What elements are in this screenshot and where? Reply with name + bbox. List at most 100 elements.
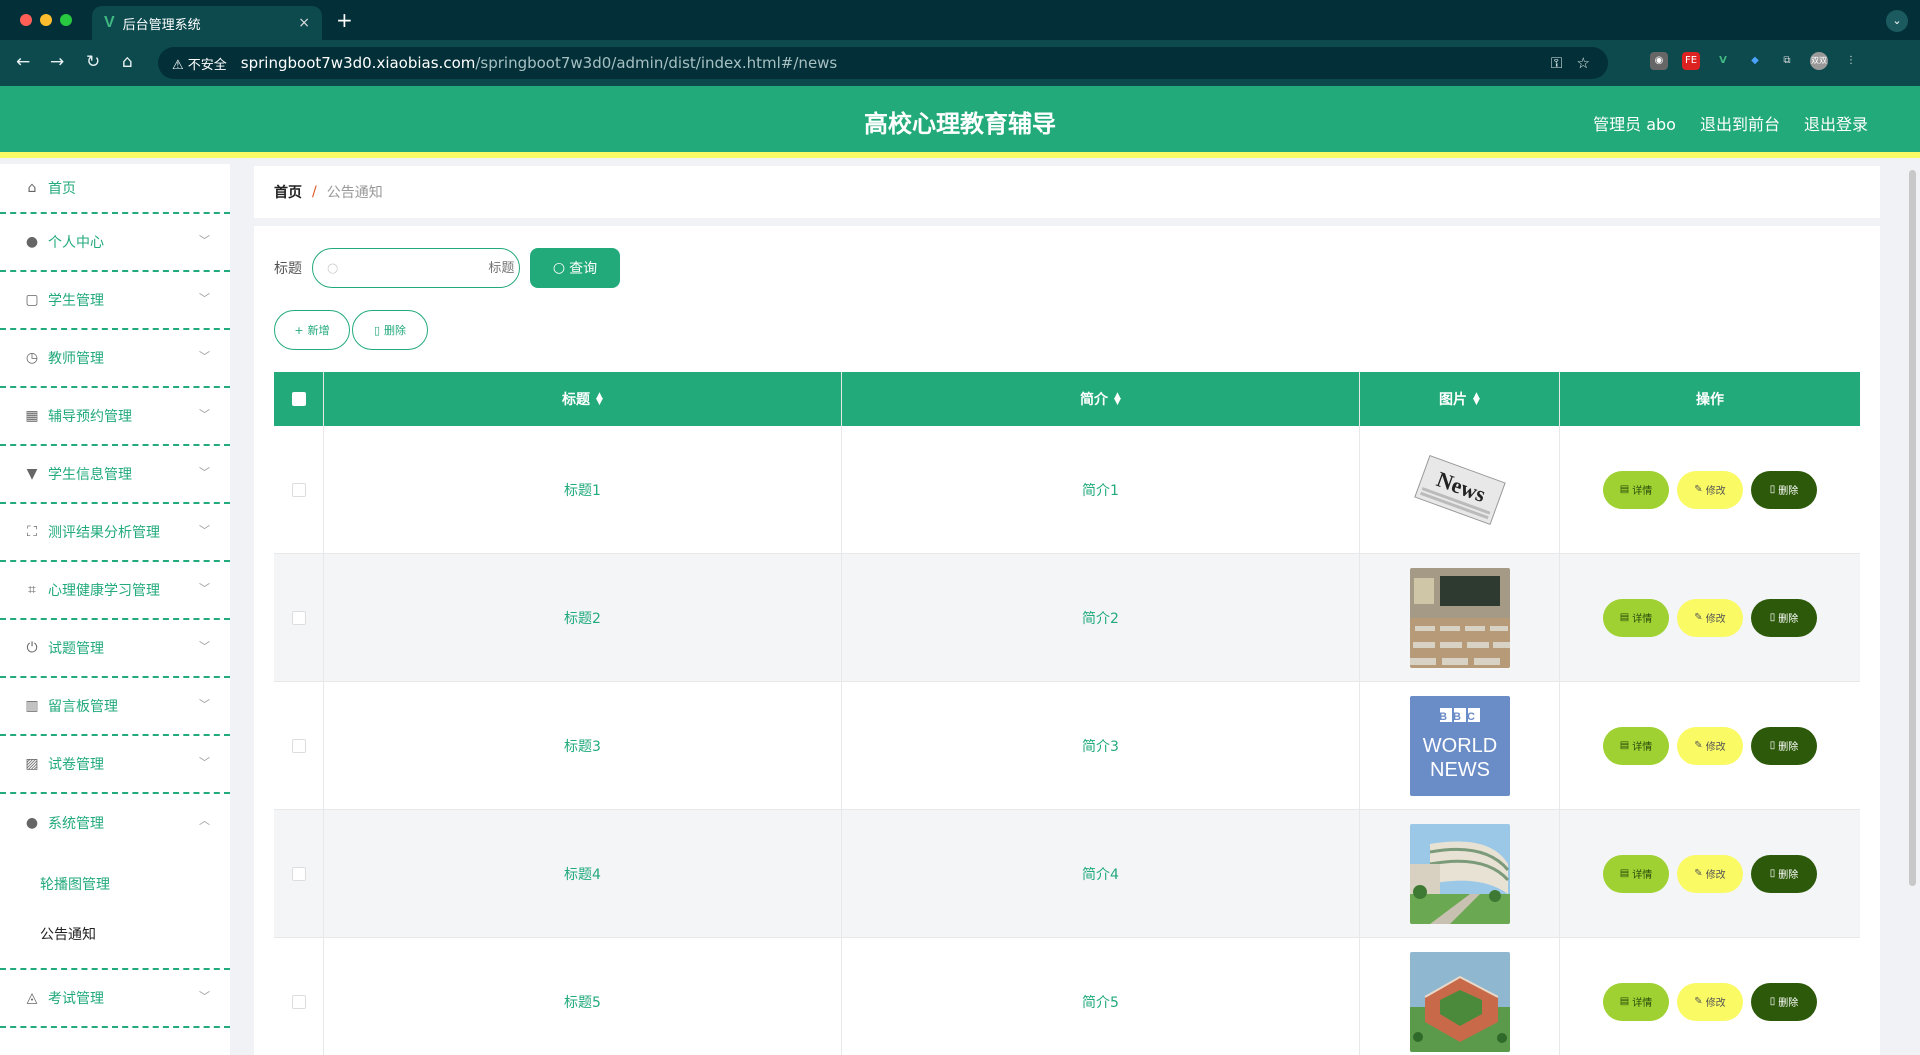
edit-button[interactable]: ✎ 修改 <box>1677 854 1743 893</box>
delete-label: 删除 <box>1778 742 1799 753</box>
detail-button[interactable]: ▤ 详情 <box>1603 470 1669 509</box>
row-image-cell <box>1360 554 1560 681</box>
detail-button[interactable]: ▤ 详情 <box>1603 598 1669 637</box>
sidebar-item-label: 个人中心 <box>48 235 104 251</box>
breadcrumb-current: 公告通知 <box>326 185 383 201</box>
sidebar-item-questions[interactable]: ⏻ 试题管理 ﹀ <box>0 620 230 678</box>
delete-button[interactable]: ▯ 删除 <box>1751 470 1817 509</box>
sidebar-item-appointments[interactable]: ▦ 辅导预约管理 ﹀ <box>0 388 230 446</box>
edit-button[interactable]: ✎ 修改 <box>1677 982 1743 1021</box>
pencil-icon: ✎ <box>1694 996 1703 1007</box>
row-title: 标题2 <box>324 554 842 681</box>
classroom-image[interactable] <box>1409 567 1510 668</box>
row-checkbox[interactable] <box>291 482 306 497</box>
back-icon[interactable]: ← <box>16 52 30 72</box>
query-button[interactable]: ○ 查询 <box>530 248 620 288</box>
sidebar-item-label: 辅导预约管理 <box>48 409 132 425</box>
detail-button[interactable]: ▤ 详情 <box>1603 854 1669 893</box>
tab-search-button[interactable]: ⌄ <box>1886 10 1908 32</box>
row-checkbox[interactable] <box>291 738 306 753</box>
extension-fe-icon[interactable]: FE <box>1682 52 1700 70</box>
insecure-badge[interactable]: ⚠ 不安全 <box>172 54 227 73</box>
sort-icon[interactable]: ▲ ▼ <box>1473 392 1480 407</box>
search-icon: ○ <box>552 260 566 276</box>
bbc-world-news-image[interactable]: BBC WORLD NEWS <box>1409 695 1510 796</box>
add-button[interactable]: + 新增 <box>274 310 350 350</box>
page-scrollbar[interactable] <box>1909 170 1916 886</box>
forward-icon[interactable]: → <box>50 52 64 72</box>
pencil-icon: ✎ <box>1694 740 1703 751</box>
profile-avatar[interactable]: 双双 <box>1810 52 1828 70</box>
url-input[interactable]: ⚠ 不安全 springboot7w3d0.xiaobias.com/sprin… <box>158 47 1608 79</box>
news-text: NEWS <box>1430 759 1490 781</box>
delete-label: 删除 <box>1778 870 1799 881</box>
row-checkbox[interactable] <box>291 994 306 1009</box>
sidebar-item-carousel[interactable]: 轮播图管理 <box>0 860 230 910</box>
search-field[interactable]: ○ <box>312 248 520 288</box>
search-input[interactable] <box>344 260 515 276</box>
extension-icon[interactable]: ◉ <box>1650 52 1668 70</box>
delete-button[interactable]: ▯ 删除 <box>1751 982 1817 1021</box>
fullscreen-icon: ⛶ <box>27 524 37 540</box>
column-header-image[interactable]: 图片 ▲ ▼ <box>1360 372 1560 426</box>
sidebar-item-home[interactable]: ⌂ 首页 <box>0 164 230 214</box>
campus-aerial-image[interactable] <box>1409 951 1510 1052</box>
sidebar-item-teachers[interactable]: ◷ 教师管理 ﹀ <box>0 330 230 388</box>
sidebar-item-students[interactable]: ▢ 学生管理 ﹀ <box>0 272 230 330</box>
chevron-down-icon: ﹀ <box>199 990 210 1003</box>
close-window-button[interactable] <box>20 14 32 26</box>
column-header-title[interactable]: 标题 ▲ ▼ <box>324 372 842 426</box>
home-icon[interactable]: ⌂ <box>122 52 133 72</box>
campus-building-image[interactable] <box>1409 823 1510 924</box>
chevron-down-icon: ﹀ <box>199 756 210 769</box>
reload-icon[interactable]: ↻ <box>86 52 100 72</box>
content-card: 标题 ○ ○ 查询 + 新增 ▯ 删除 标题 ▲▼ <box>254 226 1880 1055</box>
puzzle-icon[interactable]: ⧉ <box>1778 52 1796 70</box>
document-icon: ▤ <box>1619 612 1630 623</box>
to-front-link[interactable]: 退出到前台 <box>1700 111 1780 135</box>
sort-icon[interactable]: ▲ ▼ <box>1114 392 1121 407</box>
batch-delete-button[interactable]: ▯ 删除 <box>352 310 428 350</box>
table-row: 标题4 简介4 ▤ 详情 ✎ 修改 ▯ 删除 <box>274 810 1860 938</box>
minimize-window-button[interactable] <box>40 14 52 26</box>
sidebar-item-system[interactable]: ● 系统管理 ︿ <box>0 794 230 852</box>
tab-close-icon[interactable]: × <box>298 15 310 31</box>
delete-button[interactable]: ▯ 删除 <box>1751 854 1817 893</box>
detail-button[interactable]: ▤ 详情 <box>1603 982 1669 1021</box>
world-text: WORLD <box>1422 735 1496 757</box>
detail-button[interactable]: ▤ 详情 <box>1603 726 1669 765</box>
sidebar-item-learning[interactable]: ⌗ 心理健康学习管理 ﹀ <box>0 562 230 620</box>
sidebar-item-assessment[interactable]: ⛶ 测评结果分析管理 ﹀ <box>0 504 230 562</box>
maximize-window-button[interactable] <box>60 14 72 26</box>
row-ops: ▤ 详情 ✎ 修改 ▯ 删除 <box>1560 426 1860 553</box>
extension-vue-icon[interactable]: V <box>1714 52 1732 70</box>
select-all-checkbox[interactable] <box>291 392 306 406</box>
chevron-down-icon: ﹀ <box>199 292 210 305</box>
edit-button[interactable]: ✎ 修改 <box>1677 726 1743 765</box>
sidebar-item-student-info[interactable]: ▼ 学生信息管理 ﹀ <box>0 446 230 504</box>
extension-pin-icon[interactable]: ◆ <box>1746 52 1764 70</box>
news-newspaper-image[interactable]: News <box>1409 439 1510 540</box>
edit-button[interactable]: ✎ 修改 <box>1677 598 1743 637</box>
pencil-icon: ✎ <box>1694 868 1703 879</box>
delete-button[interactable]: ▯ 删除 <box>1751 726 1817 765</box>
browser-tab[interactable]: V 后台管理系统 × <box>92 6 322 40</box>
sort-icon[interactable]: ▲ ▼ <box>596 392 603 407</box>
sidebar: ⌂ 首页 ● 个人中心 ﹀ ▢ 学生管理 ﹀ ◷ 教师管理 ﹀ ▦ 辅导预约管理… <box>0 164 230 1055</box>
breadcrumb-home[interactable]: 首页 <box>274 182 302 202</box>
sidebar-item-exams[interactable]: ◬ 考试管理 ﹀ <box>0 970 230 1028</box>
sidebar-item-papers[interactable]: ▨ 试卷管理 ﹀ <box>0 736 230 794</box>
bookmark-star-icon[interactable]: ⚿ ☆ <box>1551 54 1590 72</box>
more-icon[interactable]: ⋮ <box>1842 52 1860 70</box>
row-checkbox[interactable] <box>291 866 306 881</box>
sidebar-item-notice[interactable]: 公告通知 <box>0 910 230 960</box>
logout-link[interactable]: 退出登录 <box>1804 111 1868 135</box>
sidebar-item-messages[interactable]: ▥ 留言板管理 ﹀ <box>0 678 230 736</box>
edit-button[interactable]: ✎ 修改 <box>1677 470 1743 509</box>
new-tab-button[interactable]: + <box>336 8 353 32</box>
row-checkbox[interactable] <box>291 610 306 625</box>
column-header-intro[interactable]: 简介 ▲ ▼ <box>842 372 1360 426</box>
row-check-cell <box>274 554 324 681</box>
delete-button[interactable]: ▯ 删除 <box>1751 598 1817 637</box>
sidebar-item-personal[interactable]: ● 个人中心 ﹀ <box>0 214 230 272</box>
